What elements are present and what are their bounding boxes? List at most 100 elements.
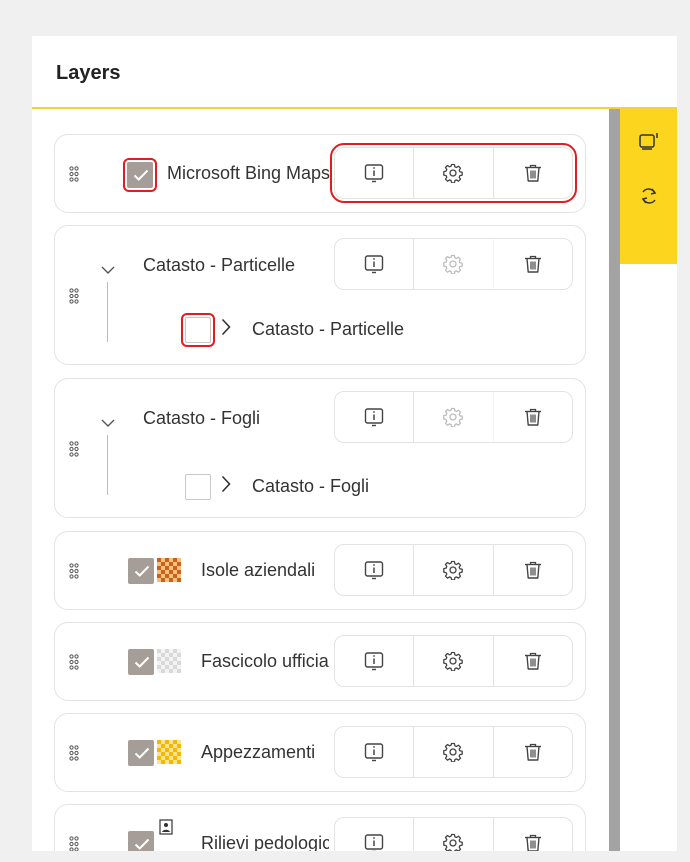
panel-title: Layers [56, 62, 121, 84]
layer-delete-button[interactable] [494, 239, 572, 289]
layer-actions [334, 726, 573, 778]
layer-card: Fascicolo ufficiale [54, 622, 586, 701]
layer-name: Isole aziendali [201, 560, 316, 580]
trash-icon [523, 560, 543, 580]
layer-settings-button [414, 392, 494, 442]
layer-actions [334, 238, 573, 290]
layer-actions [334, 391, 573, 443]
gear-icon [443, 560, 463, 580]
drag-handle-icon[interactable] [69, 745, 79, 761]
layer-info-button[interactable] [335, 545, 415, 595]
trash-icon [523, 833, 543, 851]
collapse-chevron-icon[interactable] [101, 414, 115, 432]
gear-icon [443, 833, 463, 851]
gear-icon [443, 742, 463, 762]
layer-settings-button[interactable] [414, 636, 494, 686]
trash-icon [523, 651, 543, 671]
sublayer-visibility-checkbox[interactable] [185, 474, 211, 500]
layers-panel: Layers Microsoft Bing Maps Catasto - Par… [32, 36, 677, 851]
layer-delete-button[interactable] [494, 636, 572, 686]
layer-delete-button[interactable] [494, 727, 572, 777]
layer-delete-button[interactable] [494, 818, 572, 851]
layer-delete-button[interactable] [494, 545, 572, 595]
window-export-icon [639, 133, 658, 150]
layer-settings-button[interactable] [414, 148, 494, 198]
layer-actions [330, 143, 577, 203]
image-swatch-icon [159, 819, 173, 835]
layer-name: Appezzamenti [201, 742, 316, 762]
yellow-checker-swatch-icon [157, 740, 181, 764]
refresh-button[interactable] [634, 181, 664, 211]
panel-header: Layers [32, 36, 677, 109]
grey-checker-swatch-icon [157, 649, 181, 673]
gear-icon [443, 254, 463, 274]
expand-chevron-icon[interactable] [221, 318, 231, 341]
layer-name: Fascicolo ufficiale [201, 651, 329, 671]
layer-name: Microsoft Bing Maps [167, 163, 331, 183]
trash-icon [523, 254, 543, 274]
layer-info-button[interactable] [335, 392, 415, 442]
info-icon [364, 163, 384, 183]
group-name: Catasto - Particelle [143, 255, 296, 275]
drag-handle-icon[interactable] [69, 563, 79, 579]
layer-list[interactable]: Microsoft Bing Maps Catasto - Particelle… [32, 109, 609, 851]
layer-info-button[interactable] [335, 148, 415, 198]
layer-group-card: Catasto - Fogli Catasto - Fogli [54, 378, 586, 518]
layer-actions [334, 635, 573, 687]
trash-icon [523, 407, 543, 427]
scrollbar[interactable] [609, 109, 620, 851]
collapse-chevron-icon[interactable] [101, 261, 115, 279]
layer-visibility-checkbox[interactable] [128, 831, 154, 851]
group-name: Catasto - Fogli [143, 408, 261, 428]
layer-card: Appezzamenti [54, 713, 586, 792]
gear-icon [443, 651, 463, 671]
drag-handle-icon[interactable] [69, 441, 79, 457]
layer-visibility-checkbox[interactable] [123, 158, 157, 192]
info-icon [364, 742, 384, 762]
info-icon [364, 254, 384, 274]
tree-line [107, 282, 108, 342]
layer-card: Microsoft Bing Maps [54, 134, 586, 213]
layer-actions [334, 817, 573, 851]
side-toolbar [620, 109, 677, 264]
gear-icon [443, 163, 463, 183]
trash-icon [523, 163, 543, 183]
drag-handle-icon[interactable] [69, 166, 79, 182]
info-icon [364, 651, 384, 671]
layer-name: Rilievi pedologici [201, 833, 329, 851]
layer-settings-button [414, 239, 494, 289]
layer-delete-button[interactable] [494, 392, 572, 442]
layer-info-button[interactable] [335, 727, 415, 777]
layer-card: Rilievi pedologici [54, 804, 586, 851]
layer-visibility-checkbox[interactable] [128, 558, 154, 584]
drag-handle-icon[interactable] [69, 288, 79, 304]
layer-info-button[interactable] [335, 239, 415, 289]
info-icon [364, 407, 384, 427]
sublayer-visibility-checkbox[interactable] [181, 313, 215, 347]
layer-actions [334, 544, 573, 596]
layer-settings-button[interactable] [414, 727, 494, 777]
layer-info-button[interactable] [335, 818, 415, 851]
export-window-button[interactable] [634, 126, 664, 156]
tree-line [107, 435, 108, 495]
layer-card: Isole aziendali [54, 531, 586, 610]
layer-group-card: Catasto - Particelle Catasto - Particell… [54, 225, 586, 365]
drag-handle-icon[interactable] [69, 654, 79, 670]
layer-settings-button[interactable] [414, 545, 494, 595]
expand-chevron-icon[interactable] [221, 475, 231, 498]
sublayer-name: Catasto - Particelle [252, 319, 405, 339]
layer-delete-button[interactable] [494, 148, 572, 198]
side-strip [620, 109, 677, 851]
gear-icon [443, 407, 463, 427]
layer-visibility-checkbox[interactable] [128, 740, 154, 766]
layer-settings-button[interactable] [414, 818, 494, 851]
layer-visibility-checkbox[interactable] [128, 649, 154, 675]
orange-checker-swatch-icon [157, 558, 181, 582]
info-icon [364, 560, 384, 580]
sublayer-name: Catasto - Fogli [252, 476, 370, 496]
trash-icon [523, 742, 543, 762]
info-icon [364, 833, 384, 851]
layer-info-button[interactable] [335, 636, 415, 686]
drag-handle-icon[interactable] [69, 836, 79, 851]
refresh-icon [641, 188, 657, 204]
